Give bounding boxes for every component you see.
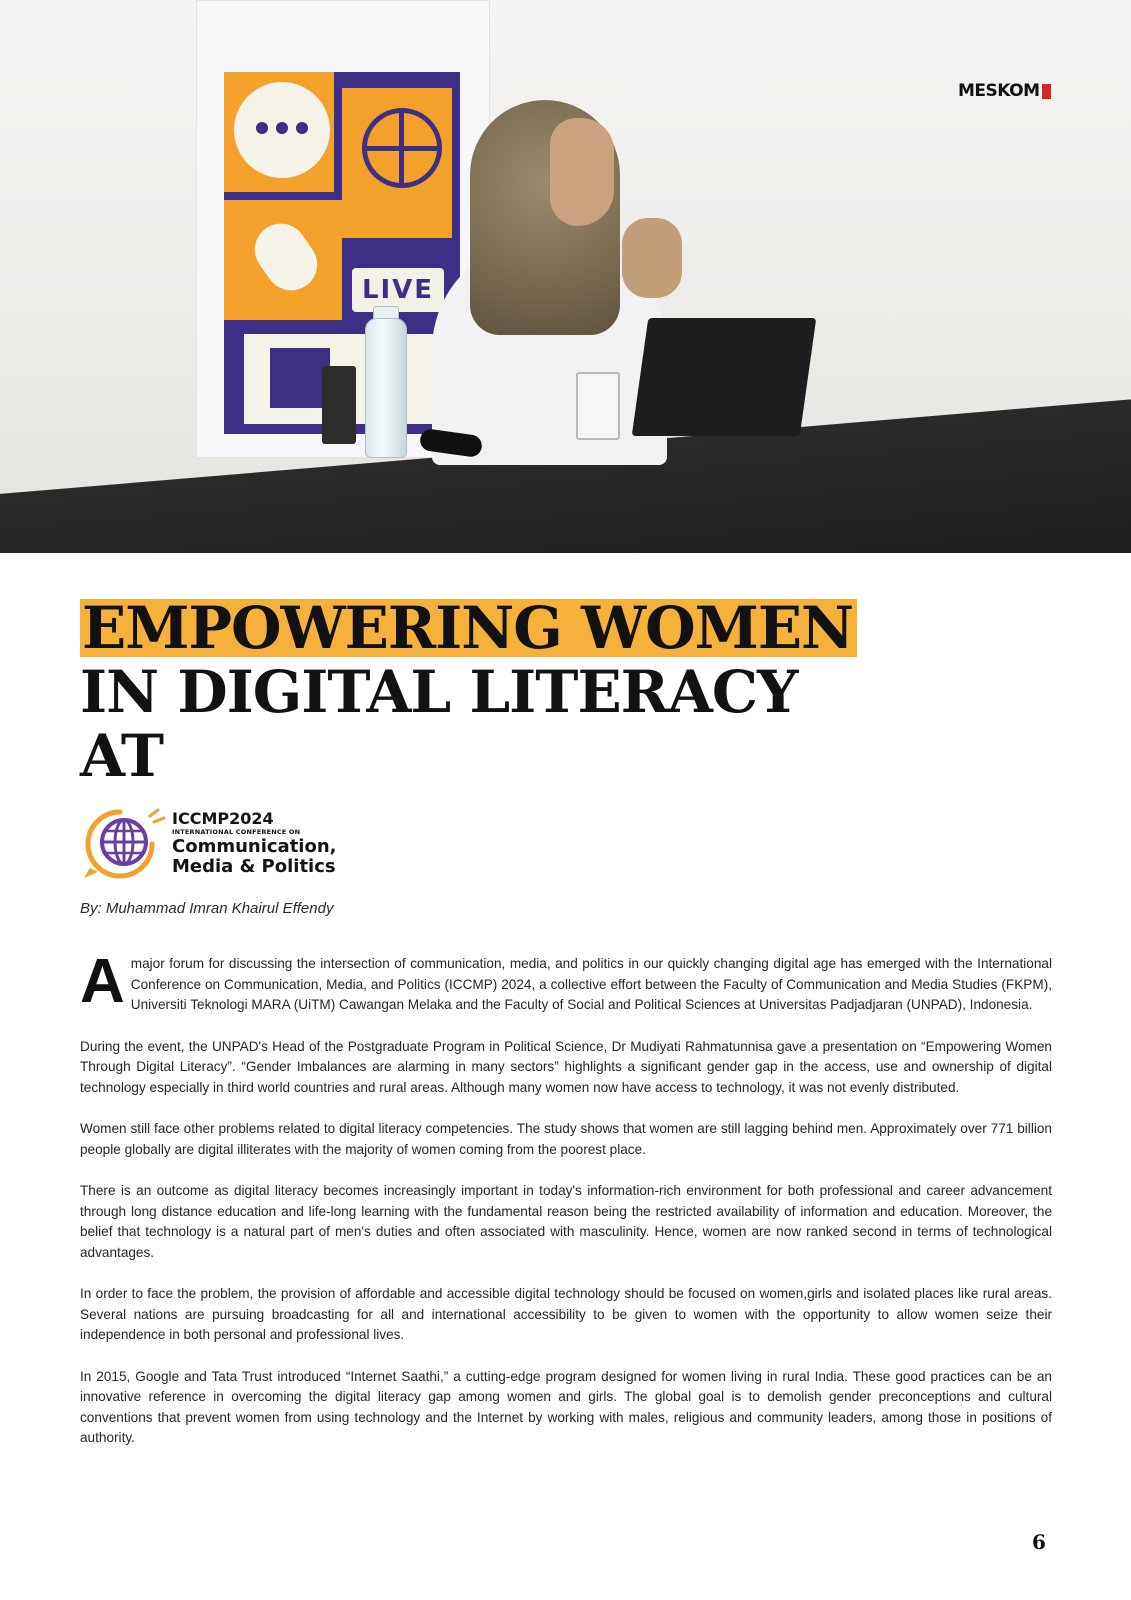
headline-line-2: IN DIGITAL LITERACY — [80, 658, 798, 726]
paper-sheet — [463, 440, 647, 462]
paragraph: In 2015, Google and Tata Trust introduce… — [80, 1368, 1052, 1446]
masthead-name: MESKOM — [958, 81, 1040, 101]
paragraph: Amajor forum for discussing the intersec… — [80, 947, 1052, 1016]
laptop — [631, 318, 817, 436]
paragraph-text: major forum for discussing the intersect… — [130, 956, 1052, 1012]
conference-code: ICCMP2024 — [172, 809, 274, 828]
headline: EMPOWERING WOMEN IN DIGITAL LITERACY AT — [80, 596, 858, 790]
globe-icon — [84, 808, 166, 879]
conference-logo: ICCMP2024 INTERNATIONAL CONFERENCE ON Co… — [80, 806, 380, 880]
conference-name-line-1: Communication, — [172, 836, 337, 857]
live-label: LIVE — [352, 268, 444, 312]
drinking-glass — [576, 372, 620, 440]
byline: By: Muhammad Imran Khairul Effendy — [80, 900, 334, 917]
masthead-mark-icon — [1041, 83, 1051, 99]
headline-line-1: EMPOWERING WOMEN — [80, 599, 858, 657]
headline-line-3: AT — [80, 722, 164, 790]
masthead-logo: MESKOM — [958, 80, 1051, 102]
cup — [322, 366, 356, 444]
paragraph: During the event, the UNPAD's Head of th… — [80, 1038, 1052, 1095]
article-body: Amajor forum for discussing the intersec… — [80, 947, 1052, 1470]
paragraph: There is an outcome as digital literacy … — [80, 1183, 1052, 1260]
conference-name-line-2: Media & Politics — [172, 856, 336, 877]
paragraph: Women still face other problems related … — [80, 1121, 1052, 1157]
paragraph: In order to face the problem, the provis… — [80, 1286, 1052, 1342]
dropcap: A — [80, 947, 125, 1016]
page-number: 6 — [1032, 1530, 1046, 1554]
water-bottle — [365, 318, 407, 458]
speaker-face — [550, 118, 614, 226]
speaker-hands — [622, 218, 682, 298]
